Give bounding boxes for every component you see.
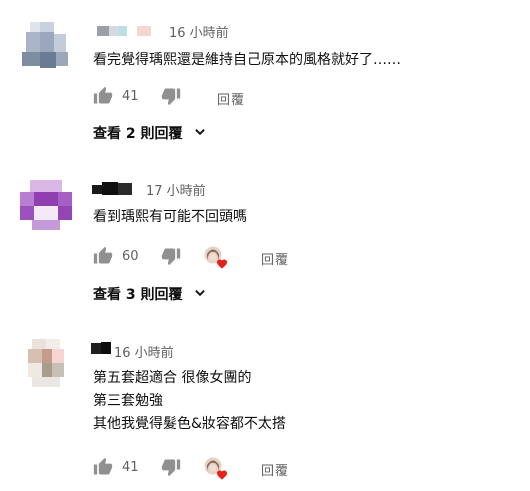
comment-text: 看到瑀熙有可能不回頭嗎 <box>93 206 247 229</box>
comment-text-line: 第三套勉強 <box>93 393 163 409</box>
comment-time[interactable]: 17 小時前 <box>146 180 206 199</box>
reply-button[interactable]: 回覆 <box>261 249 289 268</box>
thumb-down-icon[interactable] <box>161 86 181 110</box>
comment-2: 17 小時前 看到瑀熙有可能不回頭嗎 60 回覆 查看 3 則回覆 <box>0 160 530 325</box>
comment-text-line: 看完覺得瑀熙還是維持自己原本的風格就好了…… <box>93 52 401 68</box>
heart-icon <box>217 470 227 480</box>
view-replies-prefix: 查看 <box>93 126 121 142</box>
view-replies-count: 2 <box>125 126 136 142</box>
comment-text-line: 其他我覺得髮色&妝容都不太搭 <box>93 416 286 432</box>
thumb-down-icon[interactable] <box>161 246 181 270</box>
comment-1: 16 小時前 看完覺得瑀熙還是維持自己原本的風格就好了…… 41 回覆 查看 2… <box>0 0 530 160</box>
avatar[interactable] <box>20 180 72 232</box>
comment-text: 看完覺得瑀熙還是維持自己原本的風格就好了…… <box>93 49 401 72</box>
thumb-down-icon[interactable] <box>161 457 181 481</box>
comment-text: 第五套超適合 很像女團的 第三套勉強 其他我覺得髮色&妝容都不太搭 <box>93 367 286 436</box>
view-replies-count: 3 <box>125 287 136 303</box>
author-name[interactable] <box>97 24 161 38</box>
creator-heart <box>204 246 230 270</box>
comment-text-line: 第五套超適合 很像女團的 <box>93 370 252 386</box>
view-replies-suffix: 則回覆 <box>140 287 183 303</box>
chevron-down-icon <box>193 125 207 143</box>
thumb-up-icon[interactable] <box>93 457 113 481</box>
reply-button[interactable]: 回覆 <box>217 89 245 108</box>
heart-icon <box>217 259 227 269</box>
author-name[interactable] <box>92 182 140 196</box>
avatar[interactable] <box>24 339 68 387</box>
comment-text-line: 看到瑀熙有可能不回頭嗎 <box>93 209 247 225</box>
comment-actions: 41 回覆 <box>93 457 333 481</box>
view-replies-button[interactable]: 查看 3 則回覆 <box>93 284 207 304</box>
comment-actions: 41 回覆 <box>93 86 293 110</box>
like-count: 41 <box>122 89 139 104</box>
creator-heart <box>204 457 230 481</box>
comment-actions: 60 回覆 <box>93 246 333 270</box>
thumb-up-icon[interactable] <box>93 86 113 110</box>
like-count: 60 <box>122 249 139 264</box>
comment-3: 16 小時前 第五套超適合 很像女團的 第三套勉強 其他我覺得髮色&妝容都不太搭… <box>0 325 530 491</box>
reply-button[interactable]: 回覆 <box>261 460 289 479</box>
view-replies-prefix: 查看 <box>93 287 121 303</box>
thumb-up-icon[interactable] <box>93 246 113 270</box>
view-replies-button[interactable]: 查看 2 則回覆 <box>93 123 207 143</box>
chevron-down-icon <box>193 286 207 304</box>
author-name[interactable] <box>91 341 113 355</box>
avatar[interactable] <box>22 22 72 72</box>
like-count: 41 <box>122 460 139 475</box>
comment-time[interactable]: 16 小時前 <box>169 22 229 41</box>
comment-time[interactable]: 16 小時前 <box>114 342 174 361</box>
view-replies-suffix: 則回覆 <box>140 126 183 142</box>
